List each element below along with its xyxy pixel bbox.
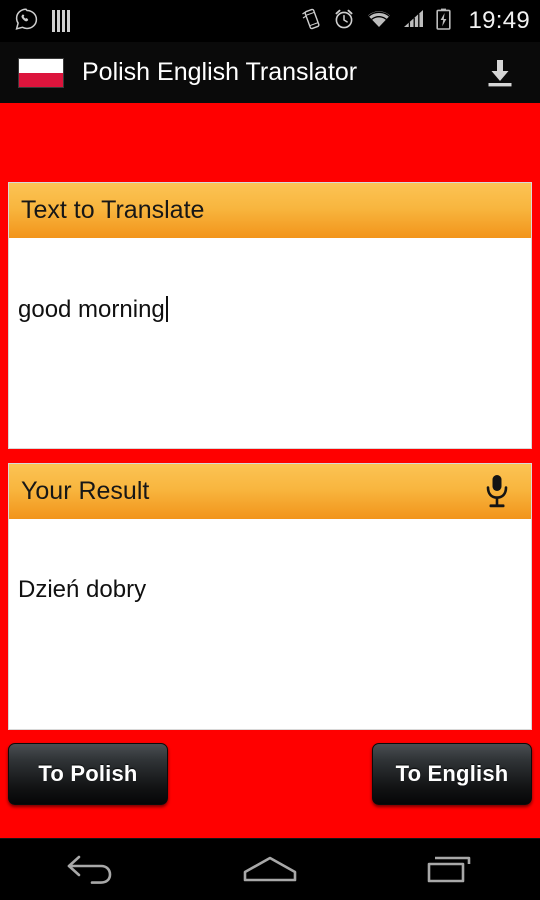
signal-bars-icon bbox=[403, 9, 425, 34]
status-bar-clock: 19:49 bbox=[468, 7, 530, 34]
result-card: Your Result Dzień dobry bbox=[8, 463, 532, 730]
vibrate-icon bbox=[302, 8, 322, 35]
source-card-title: Text to Translate bbox=[21, 196, 205, 224]
source-card: Text to Translate good morning bbox=[8, 182, 532, 449]
source-text-input[interactable]: good morning bbox=[9, 238, 531, 448]
back-icon[interactable] bbox=[35, 839, 145, 900]
status-bar-left-icons bbox=[14, 7, 70, 36]
wifi-icon bbox=[366, 9, 392, 34]
equalizer-bars-icon bbox=[52, 10, 70, 32]
status-bar: 19:49 bbox=[0, 0, 540, 42]
whatsapp-icon bbox=[14, 7, 38, 36]
home-icon[interactable] bbox=[215, 839, 325, 900]
app-title: Polish English Translator bbox=[82, 58, 358, 86]
result-text-output[interactable]: Dzień dobry bbox=[9, 519, 531, 729]
download-icon[interactable] bbox=[480, 53, 520, 93]
alarm-clock-icon bbox=[333, 8, 355, 35]
phone-screen: 19:49 Polish English Translator Text to … bbox=[0, 0, 540, 900]
source-card-header: Text to Translate bbox=[9, 183, 531, 238]
microphone-icon[interactable] bbox=[477, 470, 517, 514]
text-caret bbox=[165, 296, 168, 322]
app-bar: Polish English Translator bbox=[0, 42, 540, 103]
battery-charging-icon bbox=[436, 8, 452, 35]
recents-icon[interactable] bbox=[395, 839, 505, 900]
status-bar-right-icons: 19:49 bbox=[302, 7, 530, 35]
main-content: Text to Translate good morning Your Resu… bbox=[0, 103, 540, 838]
polish-flag-icon bbox=[18, 57, 64, 88]
source-text-value: good morning bbox=[18, 296, 165, 323]
android-nav-bar bbox=[0, 838, 540, 900]
result-card-header: Your Result bbox=[9, 464, 531, 519]
to-polish-button[interactable]: To Polish bbox=[8, 743, 168, 805]
to-english-button[interactable]: To English bbox=[372, 743, 532, 805]
translate-button-row: To Polish To English bbox=[0, 743, 540, 813]
result-card-title: Your Result bbox=[21, 477, 150, 505]
result-text-value: Dzień dobry bbox=[18, 576, 147, 603]
